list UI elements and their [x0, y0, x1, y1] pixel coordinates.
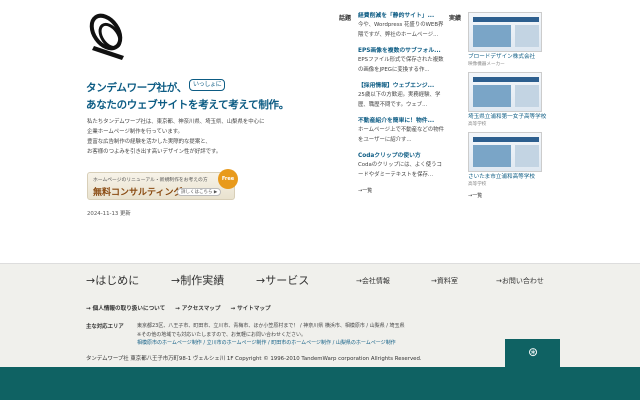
topic-item[interactable]: 不動産紹介を簡単に！物件... ホームページ上で不動産などの物件をユーザーに紹介…: [358, 117, 444, 145]
topic-item[interactable]: Codaクリップの使い方 Codaのクリップには、よく使うコードやダミーテキスト…: [358, 152, 444, 180]
intro-text: 私たちタンデムワープ社は、東京都、神奈川県、埼玉県、山梨県を中心に 企業ホームペ…: [87, 117, 264, 157]
topic-desc: EPSファイル形式で保存された複数の画像をJPEGに変換する作...: [358, 57, 444, 73]
intro-line: お客様のつよみを引き出す高いデザイン性が好評です。: [87, 149, 222, 155]
headline-line2: あなたのウェブサイトを考えて考えて制作。: [86, 99, 289, 111]
footer-bar: [0, 367, 640, 400]
work-item[interactable]: さいたま市立浦和高等学校 高等学校: [468, 132, 548, 188]
area-links[interactable]: 相模原市のホームページ制作 / 立川市のホームページ制作 / 町田市のホームペー…: [137, 339, 437, 348]
headline: タンデムワープ社が、 いっしょに あなたのウェブサイトを考えて考えて制作。: [86, 79, 289, 114]
area-line: 東京都23区、八王子市、町田市、立川市、青梅市、ほか小笠原村まで！ / 神奈川県…: [137, 323, 405, 329]
work-name[interactable]: 埼玉県立浦和第一女子高等学校: [468, 113, 548, 121]
works-label: 実績: [449, 15, 462, 22]
topic-title[interactable]: Codaクリップの使い方: [358, 152, 444, 161]
area-label: 主な対応エリア: [86, 324, 124, 330]
tandemwarp-logo[interactable]: [84, 10, 132, 64]
work-name[interactable]: さいたま市立浦和高等学校: [468, 173, 548, 181]
nav-company[interactable]: →会社情報: [356, 276, 390, 286]
nav-materials[interactable]: →資料室: [431, 276, 458, 286]
access-map-link[interactable]: → アクセスマップ: [175, 306, 220, 312]
topic-item[interactable]: 経費削減を「静的サイト」... 今や、Wordpress 花盛りのWEB界隈です…: [358, 12, 444, 40]
topic-title[interactable]: EPS画像を複数のサブフォル...: [358, 47, 444, 56]
intro-line: 豊富な広告制作の経験を活かした実際的な提案と、: [87, 139, 211, 145]
topics-label: 話題: [339, 15, 352, 22]
utility-links: → 個人情報の取り扱いについて → アクセスマップ → サイトマップ: [86, 304, 279, 312]
area-text: 東京都23区、八王子市、町田市、立川市、青梅市、ほか小笠原村まで！ / 神奈川県…: [137, 322, 437, 348]
topic-desc: 今や、Wordpress 花盛りのWEB界隈ですが、弊社のホームページ...: [358, 22, 444, 38]
works-list: ブロードデザイン株式会社 映像機器メーカー 埼玉県立浦和第一女子高等学校 高等学…: [468, 12, 548, 199]
free-consulting-banner[interactable]: ホームページのリニューアル・新規制作をお考えの方 無料コンサルティング 詳しくは…: [87, 169, 238, 200]
work-item[interactable]: ブロードデザイン株式会社 映像機器メーカー: [468, 12, 548, 68]
topic-item[interactable]: EPS画像を複数のサブフォル... EPSファイル形式で保存された複数の画像をJ…: [358, 47, 444, 75]
intro-line: 私たちタンデムワープ社は、東京都、神奈川県、埼玉県、山梨県を中心に: [87, 119, 265, 125]
topics-list: 経費削減を「静的サイト」... 今や、Wordpress 花盛りのWEB界隈です…: [358, 12, 444, 194]
work-item[interactable]: 埼玉県立浦和第一女子高等学校 高等学校: [468, 72, 548, 128]
work-thumbnail[interactable]: [468, 12, 542, 52]
free-badge: Free: [218, 169, 238, 189]
topic-title[interactable]: 不動産紹介を簡単に！物件...: [358, 117, 444, 126]
topic-item[interactable]: 【採用情報】ウェブエンジ... 25歳以下の方歓迎。実務経験、学歴、職歴不問です…: [358, 82, 444, 110]
privacy-link[interactable]: → 個人情報の取り扱いについて: [86, 306, 165, 312]
work-category: 高等学校: [468, 122, 487, 127]
work-category: 映像機器メーカー: [468, 62, 505, 67]
nav-contact[interactable]: →お問い合わせ: [496, 276, 544, 286]
intro-line: 企業ホームページ制作を行っています。: [87, 129, 183, 135]
nav-service[interactable]: →サービス: [256, 272, 309, 288]
copyright: タンデムワープ社 東京都八王子市万町98-1 ヴェルシェ川 1F Copyrig…: [86, 356, 422, 362]
headline-bubble: いっしょに: [188, 79, 226, 91]
topic-title[interactable]: 【採用情報】ウェブエンジ...: [358, 82, 444, 91]
cta-title: 無料コンサルティング: [93, 188, 183, 198]
topic-desc: ホームページ上で不動産などの物件をユーザーに紹介す...: [358, 127, 444, 143]
cta-detail-button[interactable]: 詳しくはこちら ▶: [177, 188, 222, 196]
topic-desc: 25歳以下の方歓迎。実務経験、学歴、職歴不問です。ウェブ...: [358, 92, 441, 108]
update-date: 2024-11-13 更新: [87, 211, 131, 217]
cta-caption: ホームページのリニューアル・新規制作をお考えの方: [93, 178, 208, 183]
footer-navigation: →はじめに →制作実績 →サービス →会社情報 →資料室 →お問い合わせ → 個…: [0, 263, 640, 368]
topics-more-link[interactable]: →一覧: [358, 187, 444, 194]
work-thumbnail[interactable]: [468, 72, 542, 112]
page-top-button[interactable]: ⊛: [505, 339, 560, 368]
work-category: 高等学校: [468, 182, 487, 187]
tandem-mark-icon: ⊛: [528, 345, 539, 359]
headline-line1: タンデムワープ社が、: [86, 82, 187, 94]
sitemap-link[interactable]: → サイトマップ: [230, 306, 270, 312]
work-thumbnail[interactable]: [468, 132, 542, 172]
works-more-link[interactable]: →一覧: [468, 192, 548, 199]
area-line: ※その他の地域でも対応いたしますので、お気軽にお問い合わせください。: [137, 331, 306, 338]
nav-works[interactable]: →制作実績: [171, 272, 224, 288]
topic-title[interactable]: 経費削減を「静的サイト」...: [358, 12, 444, 21]
topic-desc: Codaのクリップには、よく使うコードやダミーテキストを保存...: [358, 162, 442, 178]
work-name[interactable]: ブロードデザイン株式会社: [468, 53, 548, 61]
nav-intro[interactable]: →はじめに: [86, 272, 139, 288]
